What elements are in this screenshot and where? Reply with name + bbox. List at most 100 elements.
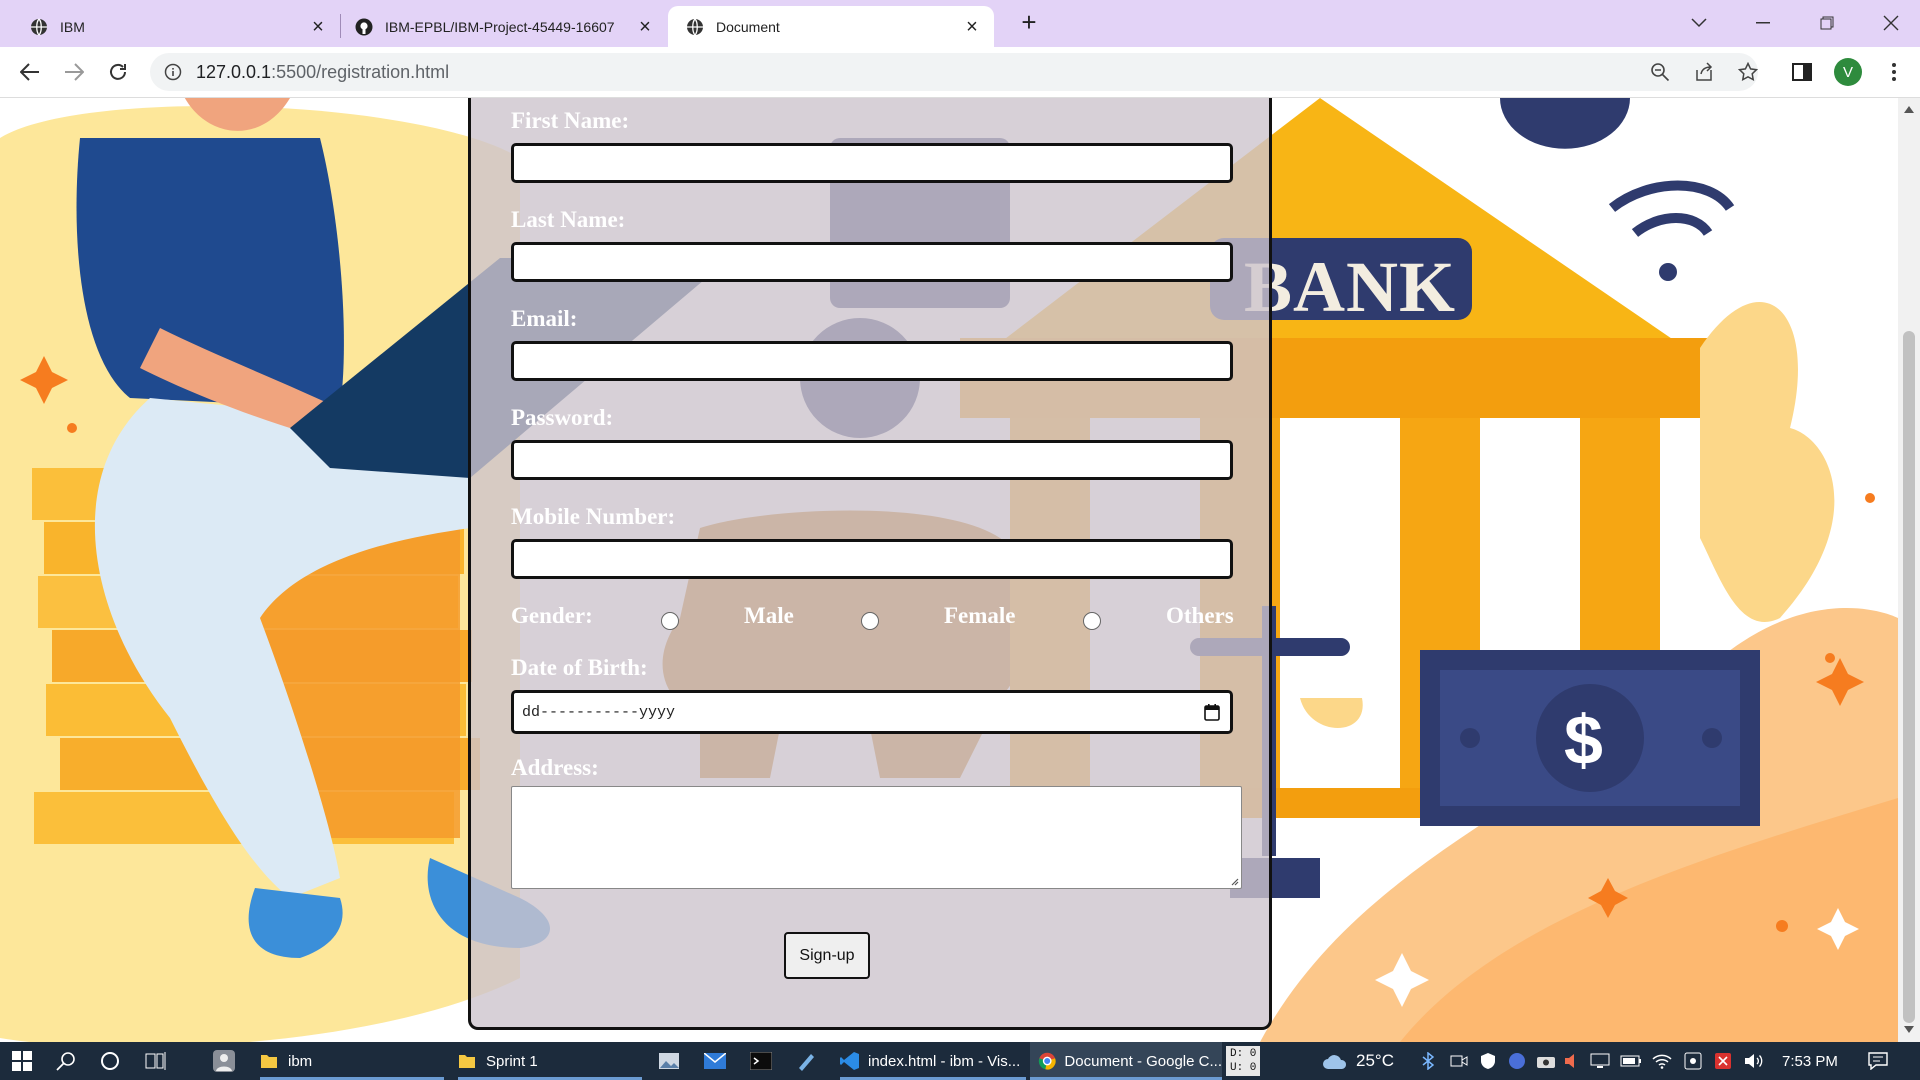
last-name-label: Last Name: (511, 207, 626, 232)
browser-toolbar: 127.0.0.1:5500/registration.html V (0, 47, 1920, 98)
gender-label: Gender: (511, 603, 593, 628)
site-info-icon[interactable] (164, 63, 182, 81)
location-icon[interactable] (1684, 1042, 1702, 1080)
page-viewport: BANK $ First Name: Last Name: Email: Pas… (0, 98, 1898, 1042)
minimize-button[interactable] (1748, 8, 1778, 38)
address-label: Address: (511, 755, 599, 780)
address-textarea[interactable] (511, 786, 1242, 889)
address-bar[interactable]: 127.0.0.1:5500/registration.html (150, 53, 1758, 91)
antivirus-icon[interactable] (1714, 1042, 1732, 1080)
new-tab-button[interactable]: + (1016, 9, 1042, 36)
task-view-button[interactable] (145, 1042, 167, 1080)
meet-now-icon[interactable] (1450, 1042, 1468, 1080)
notification-center-icon[interactable] (1868, 1042, 1888, 1080)
profile-avatar[interactable]: V (1834, 58, 1862, 86)
first-name-input[interactable] (511, 143, 1233, 183)
taskbar-app-user[interactable] (213, 1042, 235, 1080)
bookmark-star-icon[interactable] (1738, 62, 1758, 82)
close-tab-icon[interactable]: × (635, 16, 655, 38)
search-button[interactable] (56, 1042, 76, 1080)
taskbar-label: index.html - ibm - Vis... (868, 1052, 1021, 1070)
back-button[interactable] (16, 58, 44, 86)
dollar-bill-symbol: $ (1564, 701, 1603, 779)
security-icon[interactable] (1480, 1042, 1496, 1080)
taskbar-app-notes[interactable] (796, 1042, 816, 1080)
signup-button[interactable]: Sign-up (784, 932, 870, 979)
speaker-muted-icon[interactable] (1564, 1042, 1578, 1080)
dob-input[interactable]: dd-----------yyyy (511, 690, 1233, 734)
weather-widget[interactable]: 25°C (1322, 1042, 1394, 1080)
forward-button[interactable] (60, 58, 88, 86)
cortana-button[interactable] (100, 1042, 120, 1080)
taskbar-app-sprint-folder[interactable]: Sprint 1 (458, 1042, 642, 1080)
taskbar-app-ibm-folder[interactable]: ibm (260, 1042, 444, 1080)
net-download: D: 0 (1230, 1048, 1257, 1060)
password-input[interactable] (511, 440, 1233, 480)
search-icon (56, 1052, 75, 1071)
zoom-icon[interactable] (1650, 62, 1670, 82)
task-view-icon (145, 1052, 166, 1070)
tab-search-icon[interactable] (1684, 8, 1714, 38)
folder-icon (261, 1055, 277, 1068)
close-window-button[interactable] (1876, 8, 1906, 38)
bank-sign-text: BANK (1244, 247, 1457, 327)
taskbar-app-photos[interactable] (658, 1042, 680, 1080)
taskbar-app-chrome[interactable]: Document - Google C... (1030, 1042, 1222, 1080)
tab-ibm[interactable]: IBM × (0, 6, 340, 47)
time-text: 7:53 PM (1782, 1052, 1838, 1070)
taskbar-app-terminal[interactable] (750, 1042, 772, 1080)
resize-grip-icon[interactable] (1229, 876, 1239, 886)
wifi-icon[interactable] (1652, 1042, 1672, 1080)
gender-male-label: Male (744, 603, 794, 628)
page-scrollbar[interactable] (1898, 98, 1920, 1042)
cloud-icon (1323, 1055, 1347, 1069)
github-icon (355, 18, 373, 35)
browser-menu-icon[interactable] (1880, 58, 1908, 86)
volume-icon[interactable] (1744, 1042, 1764, 1080)
clock[interactable]: 7:53 PM (1782, 1042, 1838, 1080)
gender-others-radio[interactable] (1083, 612, 1101, 630)
taskbar-label: Sprint 1 (486, 1052, 538, 1070)
reload-button[interactable] (104, 58, 132, 86)
folder-icon (459, 1055, 475, 1068)
taskbar-label: ibm (288, 1052, 313, 1070)
mobile-number-input[interactable] (511, 539, 1233, 579)
notes-icon (799, 1054, 814, 1071)
gender-female-radio[interactable] (861, 612, 879, 630)
restore-button[interactable] (1812, 8, 1842, 38)
app-tray-icon[interactable] (1508, 1042, 1526, 1080)
gender-male-radio[interactable] (661, 612, 679, 630)
email-label: Email: (511, 306, 578, 331)
tab-document[interactable]: Document × (668, 6, 994, 47)
share-icon[interactable] (1694, 62, 1714, 82)
battery-icon[interactable] (1620, 1042, 1642, 1080)
chrome-icon (1038, 1052, 1056, 1070)
tab-github[interactable]: IBM-EPBL/IBM-Project-45449-16607 × (341, 6, 667, 47)
url-text[interactable]: 127.0.0.1:5500/registration.html (196, 62, 449, 83)
bluetooth-icon[interactable] (1422, 1042, 1434, 1080)
globe-icon (687, 18, 703, 35)
terminal-icon (750, 1052, 772, 1070)
taskbar-app-mail[interactable] (704, 1042, 726, 1080)
taskbar-label: Document - Google C... (1064, 1052, 1222, 1070)
close-tab-icon[interactable]: × (308, 16, 328, 38)
scroll-down-arrow-icon[interactable] (1904, 1026, 1914, 1033)
start-button[interactable] (12, 1042, 38, 1080)
last-name-input[interactable] (511, 242, 1233, 282)
calendar-icon[interactable] (1204, 703, 1220, 721)
display-icon[interactable] (1590, 1042, 1610, 1080)
tab-title: Document (716, 18, 780, 35)
email-input[interactable] (511, 341, 1233, 381)
close-tab-icon[interactable]: × (962, 16, 982, 38)
windows-taskbar: ibm Sprint 1 index.html - ibm - Vis... D… (0, 1042, 1920, 1080)
taskbar-app-vscode[interactable]: index.html - ibm - Vis... (840, 1042, 1026, 1080)
mail-icon (704, 1053, 726, 1069)
side-panel-icon[interactable] (1788, 58, 1816, 86)
photos-icon (659, 1053, 679, 1069)
scrollbar-thumb[interactable] (1903, 331, 1915, 1023)
gender-others-label: Others (1166, 603, 1234, 628)
tab-strip: IBM × IBM-EPBL/IBM-Project-45449-16607 ×… (0, 0, 1920, 47)
url-host: 127.0.0.1 (196, 62, 272, 82)
camera-icon[interactable] (1536, 1042, 1556, 1080)
scroll-up-arrow-icon[interactable] (1904, 106, 1914, 113)
